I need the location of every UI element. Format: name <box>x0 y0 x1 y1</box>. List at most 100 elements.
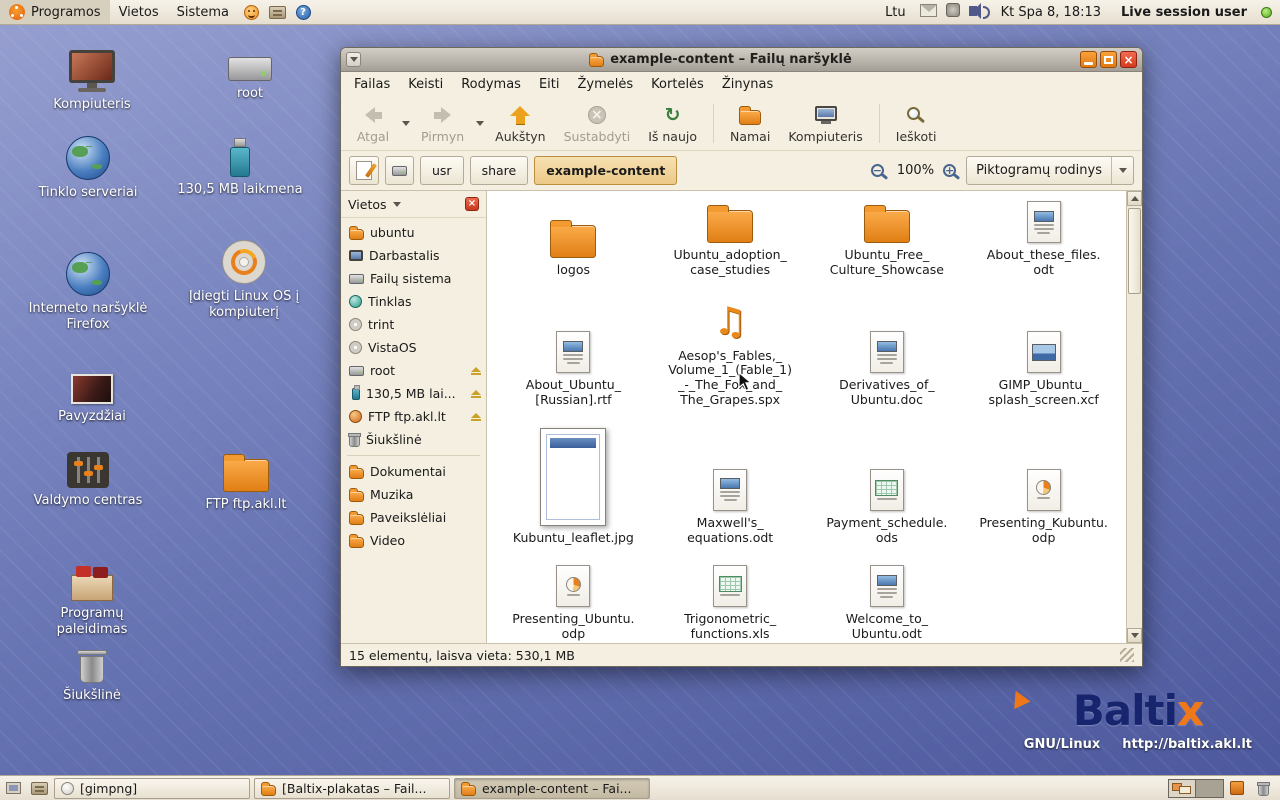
menubar-keisti[interactable]: Keisti <box>399 72 452 97</box>
maximize-button[interactable] <box>1100 51 1117 68</box>
eject-button[interactable] <box>471 367 481 375</box>
window-menu-button[interactable] <box>346 52 361 67</box>
menubar-eiti[interactable]: Eiti <box>530 72 569 97</box>
workspace-switcher[interactable] <box>1168 779 1224 798</box>
path-segment-example-content[interactable]: example-content <box>534 156 677 185</box>
root-path-button[interactable] <box>385 156 414 185</box>
taskbar-item-example-content-fai[interactable]: example-content – Fai... <box>454 778 650 799</box>
toolbar-namai-button[interactable]: Namai <box>721 99 779 148</box>
sidebar-item-muzika[interactable]: Muzika <box>341 483 486 506</box>
workspace-2[interactable] <box>1196 780 1223 797</box>
toolbar-atgal-dropdown-button[interactable] <box>399 99 412 148</box>
file-logos[interactable]: logos <box>495 218 652 278</box>
file-about-these-files[interactable]: About_these_files. odt <box>965 201 1122 278</box>
user-switcher[interactable]: Live session user <box>1115 5 1253 20</box>
desktop-icon-pavyzd-iai[interactable]: Pavyzdžiai <box>28 366 156 425</box>
eject-button[interactable] <box>471 390 481 398</box>
file-trigonometric[interactable]: Trigonometric_ functions.xls <box>652 565 809 642</box>
scroll-down-button[interactable] <box>1127 628 1142 643</box>
file-maxwell-s[interactable]: Maxwell's_ equations.odt <box>652 469 809 546</box>
file-ubuntu-adoption[interactable]: Ubuntu_adoption_ case_studies <box>652 203 809 278</box>
toolbar-i-naujo-button[interactable]: Iš naujo <box>639 99 706 148</box>
clock[interactable]: Kt Spa 8, 18:13 <box>995 5 1107 20</box>
sidebar-item-dokumentai[interactable]: Dokumentai <box>341 460 486 483</box>
sidebar-item-iuk-lin[interactable]: Šiukšlinė <box>341 428 486 451</box>
help-launcher-button[interactable] <box>290 0 316 24</box>
sidebar-item-paveiksl-liai[interactable]: Paveikslėliai <box>341 506 486 529</box>
menu-sistema[interactable]: Sistema <box>168 0 238 24</box>
desktop-icon-iuk-lin[interactable]: Šiukšlinė <box>28 650 156 704</box>
path-segment-share[interactable]: share <box>470 156 529 185</box>
file-payment-schedule[interactable]: Payment_schedule. ods <box>809 469 966 546</box>
keyboard-layout-indicator[interactable]: Ltu <box>879 5 912 20</box>
toolbar-auk-tyn-button[interactable]: Aukštyn <box>486 99 554 148</box>
file-presenting-ubuntu[interactable]: Presenting_Ubuntu. odp <box>495 565 652 642</box>
sidebar-title[interactable]: Vietos <box>348 197 387 212</box>
menubar-failas[interactable]: Failas <box>345 72 399 97</box>
minimize-button[interactable] <box>1080 51 1097 68</box>
vertical-scrollbar[interactable] <box>1126 191 1142 643</box>
sidebar-item-vistaos[interactable]: VistaOS <box>341 336 486 359</box>
zoom-in-button[interactable] <box>943 164 960 177</box>
sidebar-item-darbastalis[interactable]: Darbastalis <box>341 244 486 267</box>
volume-tray-button[interactable] <box>969 5 987 20</box>
workspace-1[interactable] <box>1169 780 1196 797</box>
sidebar-item-video[interactable]: Video <box>341 529 486 552</box>
desktop-icon-interneto-nar-ykl[interactable]: Interneto naršyklė Firefox <box>24 252 152 332</box>
file-about-ubuntu[interactable]: About_Ubuntu_ [Russian].rtf <box>495 331 652 408</box>
sidebar-item-ftp-ftp-akl-lt[interactable]: FTP ftp.akl.lt <box>341 405 486 428</box>
menubar-ymel-s[interactable]: Žymelės <box>569 72 643 97</box>
sidebar-item-tinklas[interactable]: Tinklas <box>341 290 486 313</box>
resize-grip[interactable] <box>1120 648 1134 662</box>
desktop-icon-diegti-linux-os[interactable]: Įdiegti Linux OS į kompiuterį <box>180 240 308 320</box>
trash-applet-button[interactable] <box>1250 776 1276 800</box>
taskbar-item-baltix-plakatas-fail[interactable]: [Baltix-plakatas – Fail... <box>254 778 450 799</box>
sidebar-item-fail-sistema[interactable]: Failų sistema <box>341 267 486 290</box>
menubar-rodymas[interactable]: Rodymas <box>452 72 530 97</box>
file-ubuntu-free[interactable]: Ubuntu_Free_ Culture_Showcase <box>809 203 966 278</box>
file-presenting-kubuntu[interactable]: Presenting_Kubuntu. odp <box>965 469 1122 546</box>
sidebar-item-130-5-mb-lai[interactable]: 130,5 MB lai... <box>341 382 486 405</box>
desktop-icon-130-5-mb-laikmena[interactable]: 130,5 MB laikmena <box>176 136 304 198</box>
presence-status-icon[interactable] <box>1261 7 1272 18</box>
file-kubuntu-leaflet-jpg[interactable]: Kubuntu_leaflet.jpg <box>495 428 652 546</box>
desktop-icon-ftp-ftp-akl-lt[interactable]: FTP ftp.akl.lt <box>182 452 310 513</box>
file-gimp-ubuntu[interactable]: GIMP_Ubuntu_ splash_screen.xcf <box>965 331 1122 408</box>
menu-programos[interactable]: Programos <box>0 0 110 24</box>
file-aesop-s-fables[interactable]: Aesop's_Fables,_ Volume_1_(Fable_1) _-_T… <box>652 298 809 408</box>
toolbar-kompiuteris-button[interactable]: Kompiuteris <box>779 99 871 148</box>
sidebar-item-root[interactable]: root <box>341 359 486 382</box>
close-button[interactable]: × <box>1120 51 1137 68</box>
file-derivatives-of[interactable]: Derivatives_of_ Ubuntu.doc <box>809 331 966 408</box>
toolbar-pirmyn-dropdown-button[interactable] <box>473 99 486 148</box>
desktop-icon-program[interactable]: Programų paleidimas <box>28 562 156 637</box>
panel-applet-button[interactable] <box>1224 776 1250 800</box>
taskbar-item-gimpng[interactable]: [gimpng] <box>54 778 250 799</box>
mail-tray-button[interactable] <box>920 4 937 21</box>
eject-button[interactable] <box>471 413 481 421</box>
sidebar-close-button[interactable]: × <box>465 197 479 211</box>
menubar-inynas[interactable]: Žinynas <box>713 72 782 97</box>
input-tray-button[interactable] <box>946 3 960 21</box>
menu-vietos[interactable]: Vietos <box>110 0 168 24</box>
desktop-icon-valdymo-centras[interactable]: Valdymo centras <box>24 452 152 509</box>
drawer-launcher-button[interactable] <box>264 0 290 24</box>
scrollbar-track[interactable] <box>1127 206 1142 628</box>
titlebar[interactable]: example-content – Failų naršyklė × <box>341 48 1142 72</box>
sidebar-item-ubuntu[interactable]: ubuntu <box>341 221 486 244</box>
sidebar-selector-arrow-icon[interactable] <box>393 202 401 207</box>
file-welcome-to[interactable]: Welcome_to_ Ubuntu.odt <box>809 565 966 642</box>
path-segment-usr[interactable]: usr <box>420 156 464 185</box>
drawer-button[interactable] <box>26 776 52 800</box>
desktop-icon-tinklo-serveriai[interactable]: Tinklo serveriai <box>24 136 152 201</box>
show-desktop-button[interactable] <box>0 776 26 800</box>
face-launcher-button[interactable] <box>238 0 264 24</box>
scrollbar-thumb[interactable] <box>1128 208 1141 294</box>
toolbar-ie-koti-button[interactable]: Ieškoti <box>887 99 946 148</box>
toggle-location-entry-button[interactable] <box>349 156 379 185</box>
view-mode-selector[interactable]: Piktogramų rodinys <box>966 156 1134 185</box>
scroll-up-button[interactable] <box>1127 191 1142 206</box>
desktop-icon-kompiuteris[interactable]: Kompiuteris <box>28 50 156 113</box>
file-view[interactable]: logosUbuntu_adoption_ case_studiesUbuntu… <box>487 191 1126 643</box>
menubar-kortel-s[interactable]: Kortelės <box>642 72 713 97</box>
